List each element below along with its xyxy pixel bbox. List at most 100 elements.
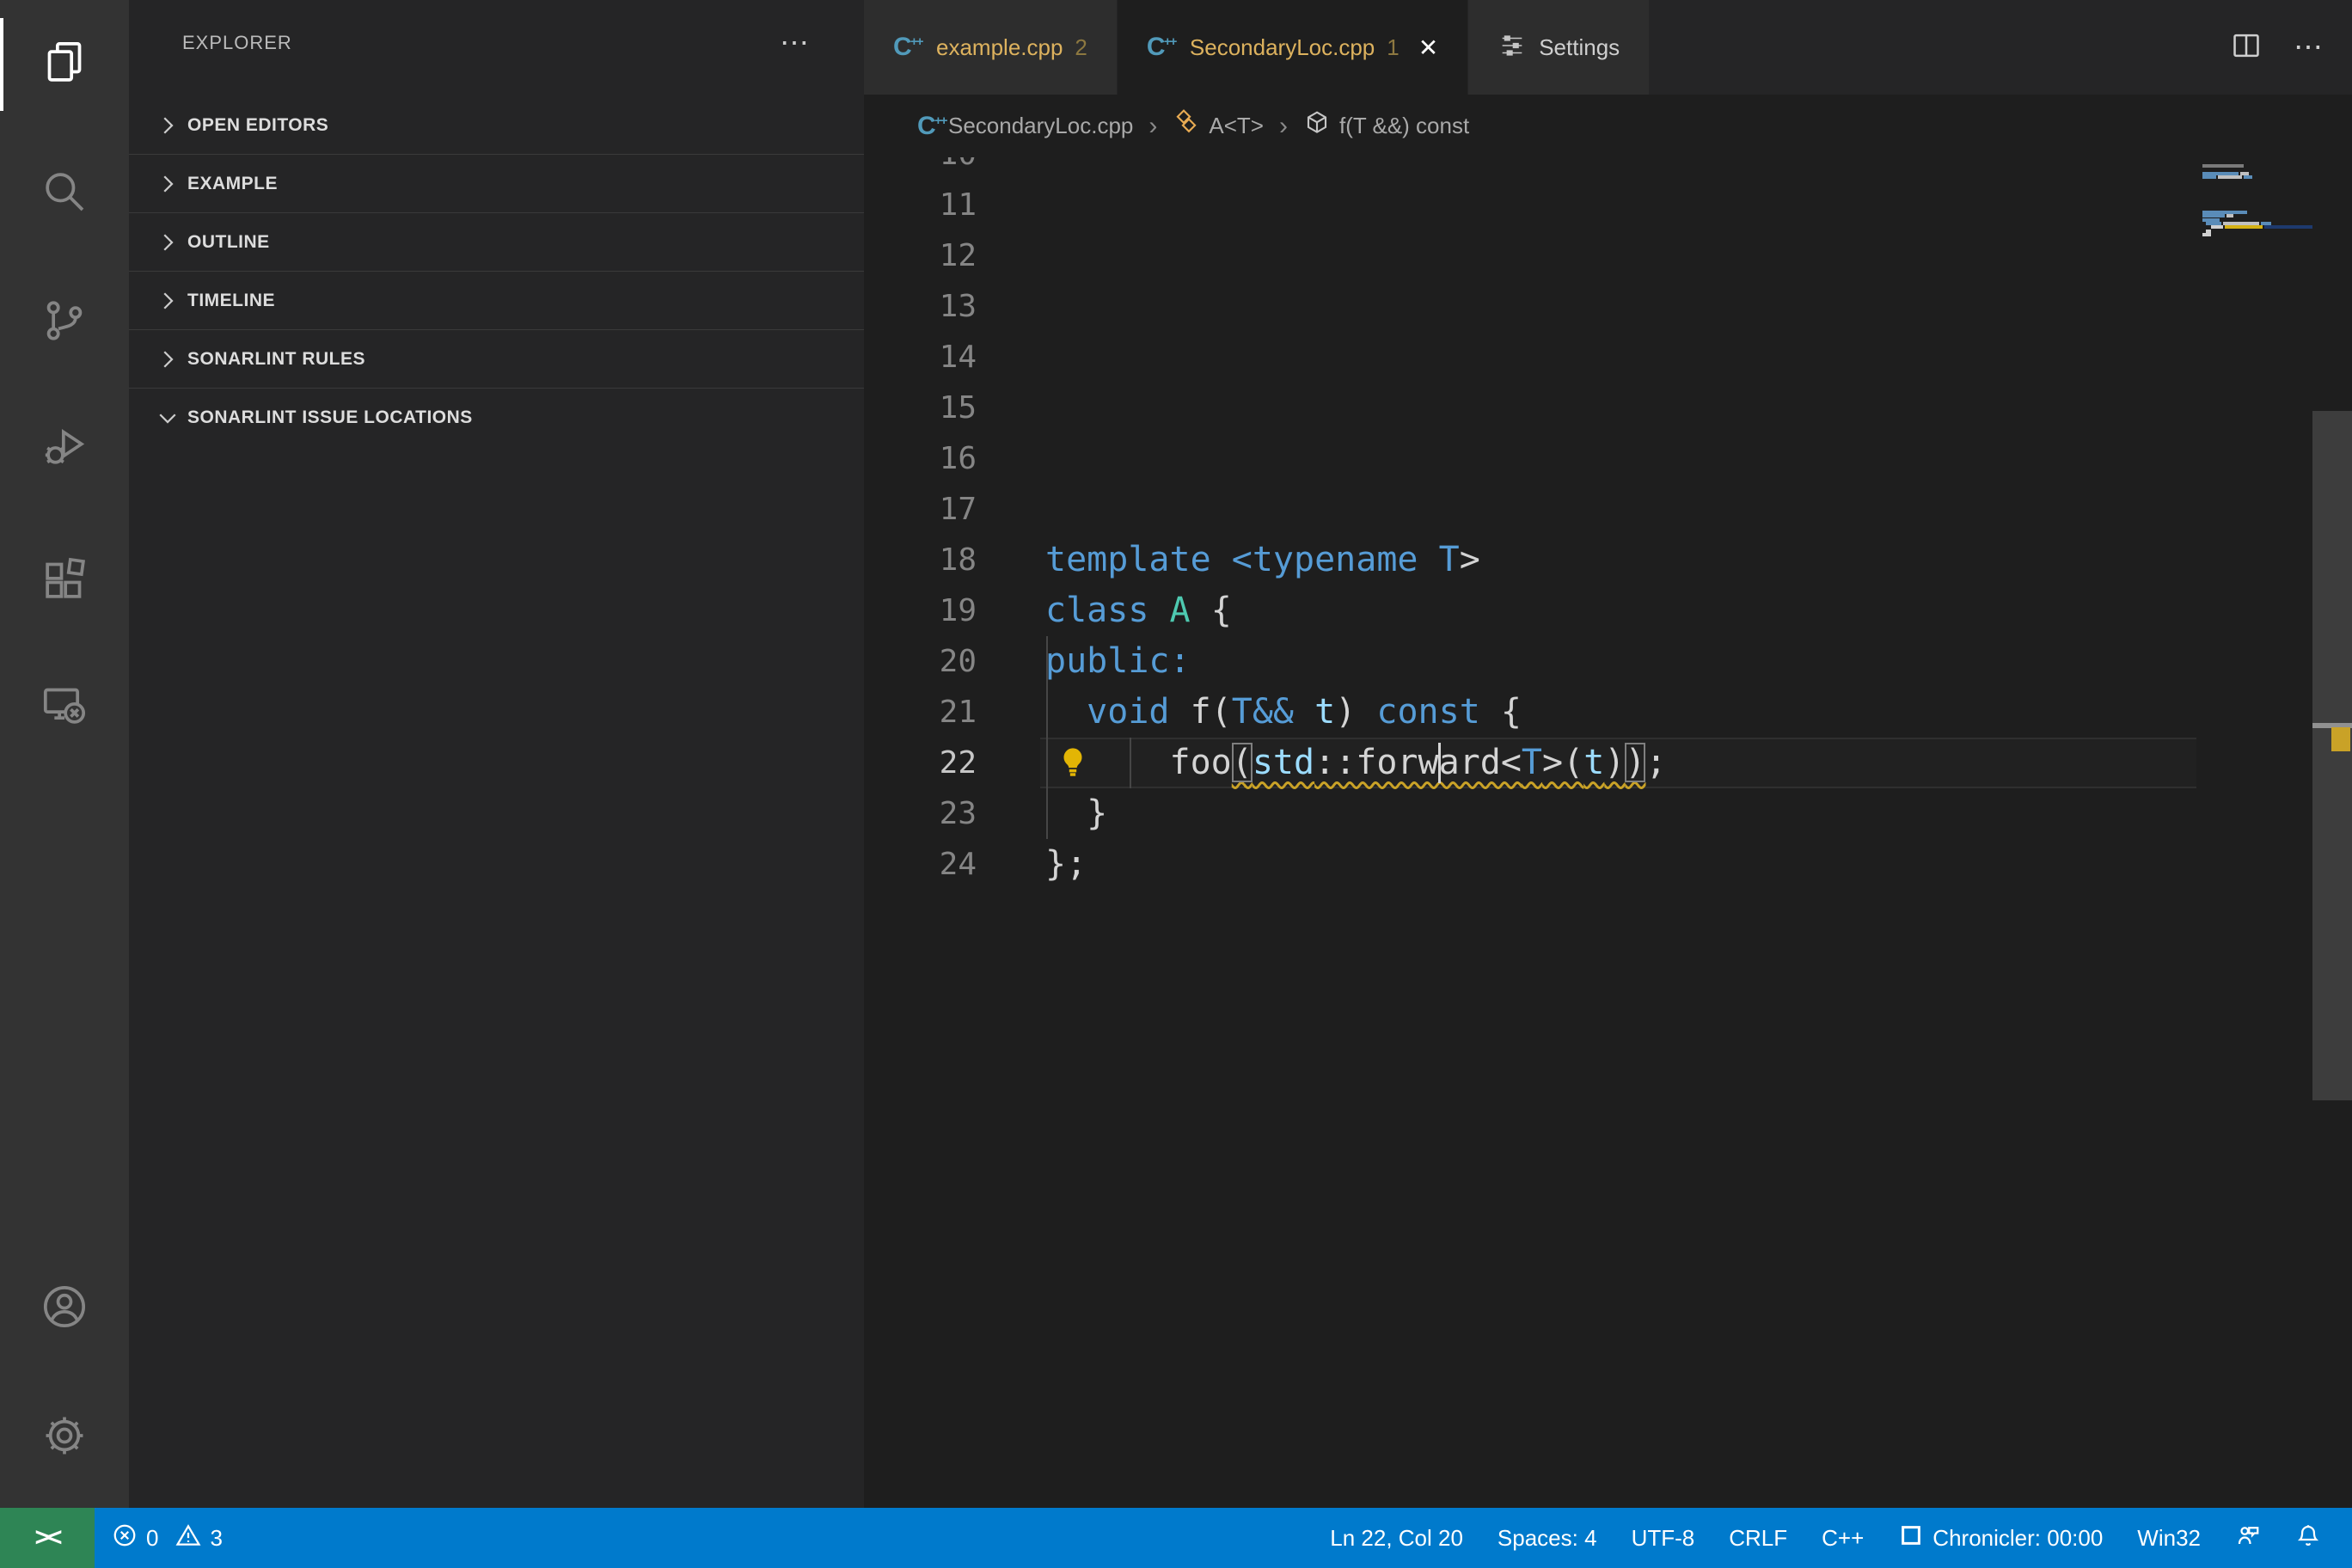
- sidebar-section-example[interactable]: EXAMPLE: [129, 155, 864, 213]
- code-line-16[interactable]: 16: [864, 433, 2352, 484]
- code-line-14[interactable]: 14: [864, 332, 2352, 383]
- activity-item-settings[interactable]: [0, 1386, 129, 1489]
- sidebar-section-outline[interactable]: OUTLINE: [129, 213, 864, 272]
- activity-item-search[interactable]: [0, 142, 129, 245]
- activity-item-remote-explorer[interactable]: [0, 655, 129, 758]
- sidebar-section-open-editors[interactable]: OPEN EDITORS: [129, 96, 864, 155]
- scrollbar-thumb[interactable]: [2312, 411, 2352, 1100]
- status-item-eol[interactable]: CRLF: [1712, 1508, 1804, 1568]
- line-number-15[interactable]: 15: [864, 383, 977, 433]
- chevron-right-icon: [155, 288, 181, 314]
- tab-label: example.cpp: [936, 34, 1063, 61]
- error-count: 0: [146, 1525, 158, 1552]
- line-number-10[interactable]: 10: [864, 157, 977, 180]
- line-number-19[interactable]: 19: [864, 585, 977, 636]
- code-editor[interactable]: 101112131415161718template <typename T>1…: [864, 157, 2352, 1508]
- code-line-10[interactable]: 10: [864, 157, 2352, 180]
- breadcrumb-label: f(T &&) const: [1339, 113, 1469, 139]
- tab-bar: C++example.cpp2C++SecondaryLoc.cpp1✕ Sett…: [864, 0, 2352, 95]
- activity-item-source-control[interactable]: [0, 271, 129, 374]
- lightbulb-icon[interactable]: [1055, 744, 1091, 781]
- cpp-icon: C++: [917, 112, 948, 141]
- code-line-23[interactable]: 23 }: [864, 788, 2352, 839]
- status-item-chronicler[interactable]: Chronicler: 00:00: [1881, 1508, 2120, 1568]
- line-text: class A {: [1045, 585, 1232, 636]
- tab-settings[interactable]: Settings: [1468, 0, 1650, 95]
- status-item-cursor-position[interactable]: Ln 22, Col 20: [1313, 1508, 1480, 1568]
- breadcrumb-separator: ›: [1279, 112, 1288, 141]
- status-item-language-mode[interactable]: C++: [1804, 1508, 1881, 1568]
- status-item-encoding[interactable]: UTF-8: [1614, 1508, 1712, 1568]
- code-line-17[interactable]: 17: [864, 484, 2352, 535]
- sidebar-section-sonarlint-issue-locations[interactable]: SONARLINT ISSUE LOCATIONS: [129, 389, 864, 447]
- split-editor-icon[interactable]: [2230, 29, 2263, 66]
- error-icon: [112, 1522, 138, 1554]
- line-number-16[interactable]: 16: [864, 433, 977, 484]
- status-right: Ln 22, Col 20Spaces: 4UTF-8 CRLF C++ Chroni…: [1313, 1508, 2352, 1568]
- line-text: public:: [1045, 636, 1191, 687]
- code-line-15[interactable]: 15: [864, 383, 2352, 433]
- status-item-platform[interactable]: Win32: [2120, 1508, 2218, 1568]
- tab-secondaryloc-cpp[interactable]: C++SecondaryLoc.cpp1✕: [1118, 0, 1468, 95]
- breadcrumb: C++SecondaryLoc.cpp›A<T>›f(T &&) const: [864, 95, 2352, 157]
- breadcrumb-item-a-t[interactable]: A<T>: [1173, 109, 1264, 143]
- status-item-notifications[interactable]: [2278, 1508, 2338, 1568]
- code-line-13[interactable]: 13: [864, 281, 2352, 332]
- line-number-20[interactable]: 20: [864, 636, 977, 687]
- status-left: ><03: [0, 1508, 240, 1568]
- sidebar-sections: OPEN EDITORS EXAMPLEOUTLINETIMELINE SONARL…: [129, 96, 864, 447]
- chevron-right-icon: [155, 346, 181, 372]
- problems-button[interactable]: 03: [95, 1508, 240, 1568]
- sidebar-more-actions[interactable]: ⋯: [780, 26, 812, 60]
- status-item-feedback[interactable]: [2218, 1508, 2278, 1568]
- chevron-down-icon: [155, 405, 181, 431]
- minimap[interactable]: [2192, 157, 2312, 1508]
- line-number-14[interactable]: 14: [864, 332, 977, 383]
- activity-item-extensions[interactable]: [0, 530, 129, 633]
- warning-icon: [175, 1522, 201, 1554]
- line-number-12[interactable]: 12: [864, 230, 977, 281]
- activity-item-run-debug[interactable]: [0, 397, 129, 500]
- sidebar-header: EXPLORER ⋯: [129, 0, 864, 86]
- code-line-18[interactable]: 18 template <typename T>: [864, 535, 2352, 585]
- vertical-scrollbar[interactable]: [2312, 157, 2352, 1508]
- minimap-line: [2218, 175, 2242, 179]
- section-label: OPEN EDITORS: [187, 115, 328, 136]
- section-label: SONARLINT ISSUE LOCATIONS: [187, 407, 473, 428]
- breadcrumb-item-secondaryloc-cpp[interactable]: C++SecondaryLoc.cpp: [917, 112, 1133, 141]
- activity-item-account[interactable]: [0, 1257, 129, 1360]
- breadcrumb-item-f-t-const[interactable]: f(T &&) const: [1303, 109, 1469, 143]
- section-label: SONARLINT RULES: [187, 349, 365, 370]
- status-item-indentation[interactable]: Spaces: 4: [1480, 1508, 1614, 1568]
- status-label: CRLF: [1729, 1525, 1787, 1552]
- close-icon[interactable]: ✕: [1418, 34, 1438, 62]
- line-number-13[interactable]: 13: [864, 281, 977, 332]
- line-number-22[interactable]: 22: [864, 738, 977, 788]
- line-number-21[interactable]: 21: [864, 687, 977, 738]
- code-line-11[interactable]: 11: [864, 180, 2352, 230]
- code-line-20[interactable]: 20 public:: [864, 636, 2352, 687]
- account-icon: [40, 1283, 89, 1335]
- activity-item-explorer[interactable]: [0, 13, 129, 116]
- tab-example-cpp[interactable]: C++example.cpp2: [864, 0, 1118, 95]
- more-actions-icon[interactable]: ⋯: [2294, 30, 2326, 64]
- tab-label: Settings: [1539, 34, 1620, 61]
- status-label: C++: [1822, 1525, 1864, 1552]
- code-line-19[interactable]: 19 class A {: [864, 585, 2352, 636]
- sidebar-section-sonarlint-rules[interactable]: SONARLINT RULES: [129, 330, 864, 389]
- line-text: template <typename T>: [1045, 535, 1480, 585]
- remote-window-button[interactable]: ><: [0, 1508, 95, 1568]
- bell-icon: [2295, 1522, 2321, 1554]
- line-number-18[interactable]: 18: [864, 535, 977, 585]
- code-line-12[interactable]: 12: [864, 230, 2352, 281]
- code-line-21[interactable]: 21 void f(T&& t) const {: [864, 687, 2352, 738]
- line-number-24[interactable]: 24: [864, 839, 977, 890]
- overview-warning-marker: [2331, 727, 2350, 751]
- line-number-11[interactable]: 11: [864, 180, 977, 230]
- sidebar-section-timeline[interactable]: TIMELINE: [129, 272, 864, 330]
- line-number-17[interactable]: 17: [864, 484, 977, 535]
- activity-bar: [0, 0, 129, 1508]
- files-icon: [40, 39, 89, 91]
- code-line-24[interactable]: 24};: [864, 839, 2352, 890]
- line-number-23[interactable]: 23: [864, 788, 977, 839]
